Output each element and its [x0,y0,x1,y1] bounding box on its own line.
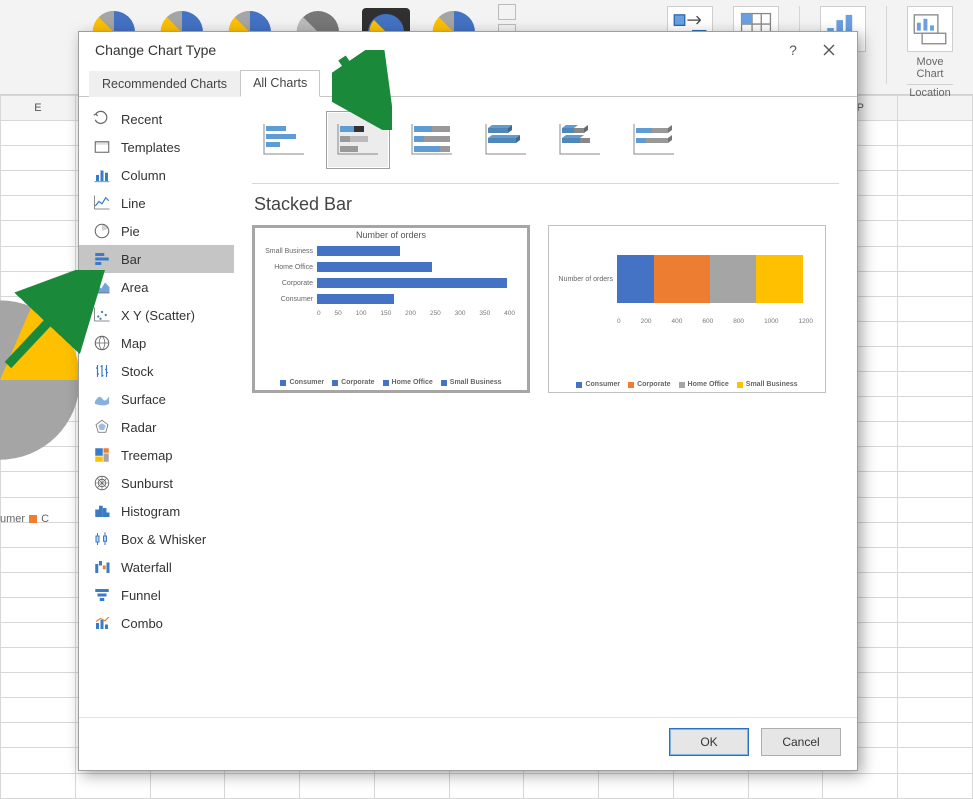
category-label: Recent [121,112,162,127]
tab-all-charts[interactable]: All Charts [240,70,320,97]
category-label: Column [121,168,166,183]
waterfall-icon [93,558,111,576]
category-map[interactable]: Map [79,329,234,357]
bar-icon [93,250,111,268]
category-stock[interactable]: Stock [79,357,234,385]
category-label: Histogram [121,504,180,519]
category-pie[interactable]: Pie [79,217,234,245]
sunburst-icon [93,474,111,492]
category-radar[interactable]: Radar [79,413,234,441]
category-area[interactable]: Area [79,273,234,301]
category-label: Templates [121,140,180,155]
boxwhisker-icon [93,530,111,548]
radar-icon [93,418,111,436]
category-label: X Y (Scatter) [121,308,195,323]
category-label: Combo [121,616,163,631]
combo-icon [93,614,111,632]
line-icon [93,194,111,212]
area-icon [93,278,111,296]
subtype-3d-clustered-bar[interactable] [474,111,538,169]
subtype-3d-stacked-bar[interactable] [548,111,612,169]
category-combo[interactable]: Combo [79,609,234,637]
dialog-titlebar: Change Chart Type ? [79,32,857,68]
category-label: Map [121,336,146,351]
category-label: Stock [121,364,154,379]
category-recent[interactable]: Recent [79,105,234,133]
background-chart-legend-fragment: umer C [0,513,49,525]
column-icon [93,166,111,184]
subtype-clustered-bar[interactable] [252,111,316,169]
move-chart-label-1: Move [917,56,944,68]
map-icon [93,334,111,352]
category-label: Area [121,280,148,295]
category-label: Funnel [121,588,161,603]
funnel-icon [93,586,111,604]
category-label: Treemap [121,448,173,463]
pie-icon [93,222,111,240]
subtype-title: Stacked Bar [254,194,839,215]
dialog-tabs: Recommended Charts All Charts [79,68,857,97]
move-chart-label-2: Chart [917,68,944,80]
dialog-title: Change Chart Type [95,42,216,58]
help-button[interactable]: ? [775,35,811,65]
histogram-icon [93,502,111,520]
col-e-header: E [1,96,76,121]
move-chart-icon [907,6,953,52]
category-line[interactable]: Line [79,189,234,217]
category-label: Radar [121,420,156,435]
category-label: Pie [121,224,140,239]
move-chart-button[interactable]: MoveChart Location [907,4,953,99]
stock-icon [93,362,111,380]
category-scatter[interactable]: X Y (Scatter) [79,301,234,329]
recent-icon [93,110,111,128]
category-label: Sunburst [121,476,173,491]
category-label: Bar [121,252,141,267]
category-label: Box & Whisker [121,532,206,547]
chart-preview-1[interactable]: Number of orders Small Business Home Off… [252,225,530,393]
close-button[interactable] [811,35,847,65]
ok-button[interactable]: OK [669,728,749,756]
category-surface[interactable]: Surface [79,385,234,413]
category-waterfall[interactable]: Waterfall [79,553,234,581]
category-histogram[interactable]: Histogram [79,497,234,525]
category-label: Surface [121,392,166,407]
bar-subtype-row [252,111,839,181]
change-chart-type-dialog: Change Chart Type ? Recommended Charts A… [78,31,858,771]
treemap-icon [93,446,111,464]
ribbon-group-location: Location [907,84,953,99]
cancel-button[interactable]: Cancel [761,728,841,756]
subtype-3d-100-stacked-bar[interactable] [622,111,686,169]
category-label: Waterfall [121,560,172,575]
surface-icon [93,390,111,408]
subtype-stacked-bar[interactable] [326,111,390,169]
category-label: Line [121,196,146,211]
chart-preview-2[interactable]: Number of orders 020040060080010001200 [548,225,826,393]
templates-icon [93,138,111,156]
category-column[interactable]: Column [79,161,234,189]
category-funnel[interactable]: Funnel [79,581,234,609]
category-sunburst[interactable]: Sunburst [79,469,234,497]
tab-recommended-charts[interactable]: Recommended Charts [89,71,240,97]
category-treemap[interactable]: Treemap [79,441,234,469]
category-bar[interactable]: Bar [79,245,234,273]
scatter-icon [93,306,111,324]
chart-category-list: Recent Templates Column Line Pie Bar [79,97,234,717]
category-boxwhisker[interactable]: Box & Whisker [79,525,234,553]
subtype-100-stacked-bar[interactable] [400,111,464,169]
category-templates[interactable]: Templates [79,133,234,161]
